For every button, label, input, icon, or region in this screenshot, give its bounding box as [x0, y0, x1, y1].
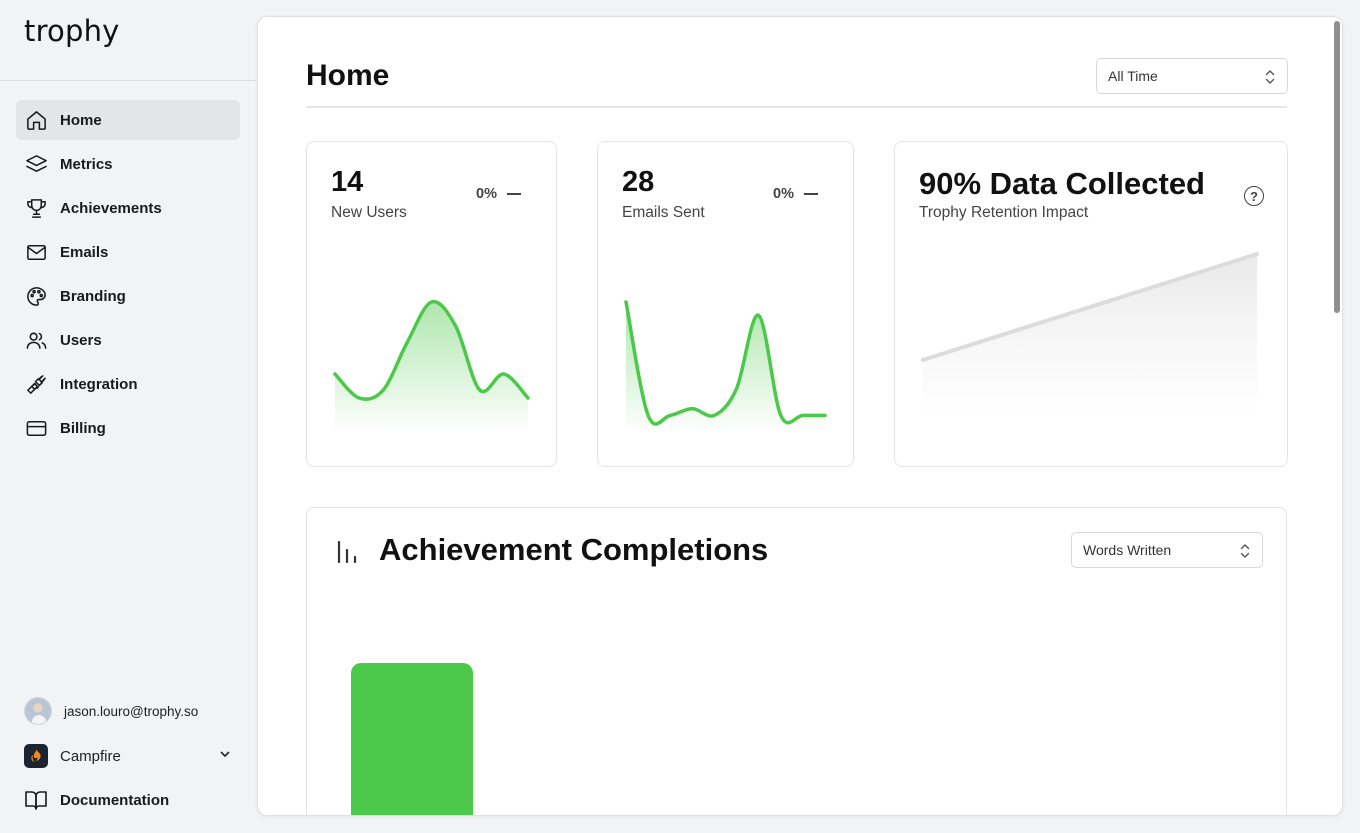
completions-bar-chart: [351, 663, 473, 816]
retention-area-chart: [920, 252, 1260, 422]
sidebar-item-label: Achievements: [60, 199, 162, 217]
mail-icon: [24, 240, 48, 264]
sparkline-line: [624, 300, 827, 426]
workspace-switcher[interactable]: Campfire: [24, 744, 232, 768]
user-profile[interactable]: jason.louro@trophy.so: [24, 697, 198, 725]
time-range-select[interactable]: All Time: [1096, 58, 1288, 94]
sidebar-item-billing[interactable]: Billing: [16, 408, 240, 448]
trophy-icon: [24, 196, 48, 220]
bar-chart-icon: [335, 539, 359, 570]
title-divider: [306, 106, 1287, 108]
sidebar: trophy Home Metrics Achievements Emails: [0, 0, 256, 833]
achievement-completions-card: Achievement Completions Words Written: [306, 507, 1287, 816]
sidebar-item-branding[interactable]: Branding: [16, 276, 240, 316]
metric-select[interactable]: Words Written: [1071, 532, 1263, 568]
stat-change: 0%: [476, 186, 521, 202]
workspace-name: Campfire: [60, 747, 121, 765]
campfire-logo-icon: [24, 744, 48, 768]
sidebar-item-metrics[interactable]: Metrics: [16, 144, 240, 184]
completion-bar[interactable]: [351, 663, 473, 816]
trend-flat-icon: [803, 193, 818, 195]
stat-label: Emails Sent: [622, 204, 705, 221]
sidebar-item-label: Home: [60, 111, 102, 129]
sidebar-item-users[interactable]: Users: [16, 320, 240, 360]
book-icon: [25, 791, 47, 810]
credit-card-icon: [24, 416, 48, 440]
sidebar-item-emails[interactable]: Emails: [16, 232, 240, 272]
sidebar-item-label: Emails: [60, 243, 109, 261]
retention-subtitle: Trophy Retention Impact: [919, 204, 1089, 221]
sidebar-item-label: Users: [60, 331, 102, 349]
app-logo[interactable]: trophy: [24, 14, 120, 48]
layers-icon: [24, 152, 48, 176]
stat-change: 0%: [773, 186, 818, 202]
sidebar-item-label: Billing: [60, 419, 106, 437]
documentation-label: Documentation: [60, 791, 170, 809]
stat-change-value: 0%: [773, 186, 794, 202]
stat-label: New Users: [331, 204, 407, 221]
retention-area: [922, 254, 1258, 422]
documentation-link[interactable]: Documentation: [24, 788, 169, 812]
sidebar-nav: Home Metrics Achievements Emails Brandin…: [16, 100, 240, 452]
sidebar-item-label: Branding: [60, 287, 126, 305]
stat-card-emails-sent: 28 Emails Sent 0%: [597, 141, 854, 467]
user-email: jason.louro@trophy.so: [64, 703, 199, 719]
trend-flat-icon: [506, 193, 521, 195]
stat-change-value: 0%: [476, 186, 497, 202]
palette-icon: [24, 284, 48, 308]
sparkline-area: [626, 302, 825, 434]
sidebar-item-label: Metrics: [60, 155, 113, 173]
sidebar-item-home[interactable]: Home: [16, 100, 240, 140]
sidebar-item-integration[interactable]: Integration: [16, 364, 240, 404]
chevron-up-down-icon: [1239, 542, 1251, 560]
users-icon: [24, 328, 48, 352]
avatar: [24, 697, 52, 725]
chevron-up-down-icon: [1264, 68, 1276, 86]
chevron-down-icon: [218, 747, 232, 766]
sidebar-divider: [0, 80, 256, 81]
sparkline-chart: [333, 299, 530, 434]
main-panel: Home All Time 14 New Users 0% 28 Emails …: [257, 16, 1343, 816]
stat-value: 28: [622, 166, 655, 198]
stat-value: 14: [331, 166, 364, 198]
sidebar-item-label: Integration: [60, 375, 138, 393]
help-icon[interactable]: ?: [1244, 186, 1264, 206]
retention-title: 90% Data Collected: [919, 166, 1205, 201]
metric-select-value: Words Written: [1083, 542, 1172, 558]
page-title: Home: [306, 59, 390, 92]
section-title: Achievement Completions: [379, 532, 769, 567]
scrollbar[interactable]: [1334, 21, 1340, 313]
sparkline-area: [335, 301, 528, 434]
plug-icon: [24, 372, 48, 396]
time-range-value: All Time: [1108, 68, 1158, 84]
sidebar-item-achievements[interactable]: Achievements: [16, 188, 240, 228]
home-icon: [24, 108, 48, 132]
retention-card: 90% Data Collected Trophy Retention Impa…: [894, 141, 1288, 467]
stat-card-new-users: 14 New Users 0%: [306, 141, 557, 467]
sparkline-chart: [624, 300, 827, 434]
